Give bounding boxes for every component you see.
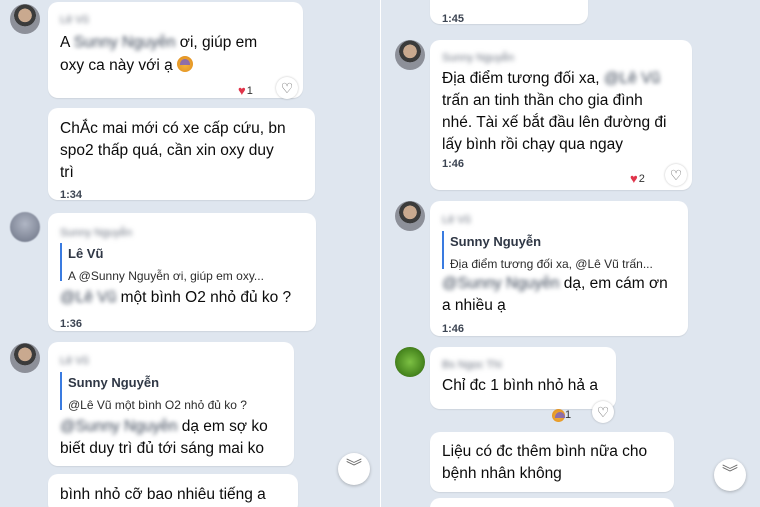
sender-name: Bs Ngọc Thi: [442, 359, 502, 371]
mention[interactable]: @Lê Vũ: [60, 289, 116, 306]
message-text: nhé. Tài xế bắt đầu lên đường đi: [442, 114, 667, 131]
message-text: @Sunny Nguyễn dạ em sợ ko: [60, 418, 268, 435]
message-bubble[interactable]: Sunny Nguyễn Lê Vũ A @Sunny Nguyễn ơi, g…: [48, 213, 316, 331]
message-time: 1:45: [442, 13, 465, 25]
message-time: 1:46: [442, 158, 465, 170]
like-button[interactable]: ♡: [665, 164, 687, 186]
scroll-down-button[interactable]: ︾: [714, 459, 746, 491]
quote-author: Sunny Nguyễn: [450, 234, 542, 249]
message-text: bệnh nhân không: [442, 465, 562, 482]
message-text: Liệu có đc thêm bình nữa cho: [442, 443, 648, 460]
message-text: Chỉ đc 1 bình nhỏ hả a: [442, 377, 598, 394]
mention[interactable]: @Sunny Nguyễn: [60, 418, 177, 435]
mention[interactable]: Sunny Nguyễn: [74, 34, 176, 51]
quote-author: Sunny Nguyễn: [68, 375, 160, 390]
message-time: 1:34: [60, 189, 83, 201]
message-bubble[interactable]: Lê Vũ A Sunny Nguyễn ơi, giúp em oxy ca …: [48, 2, 303, 99]
message-bubble[interactable]: [430, 498, 674, 507]
avatar[interactable]: [395, 347, 425, 377]
sad-emoji-icon: [177, 56, 193, 72]
message-text: Địa điểm tương đối xa, @Lê Vũ: [442, 70, 661, 87]
message-text: A Sunny Nguyễn ơi, giúp em: [60, 34, 258, 51]
like-button[interactable]: ♡: [276, 77, 298, 99]
sender-name: Sunny Nguyễn: [442, 52, 515, 64]
avatar[interactable]: [10, 212, 40, 242]
sender-name: Lê Vũ: [60, 355, 89, 367]
message-bubble[interactable]: Bs Ngọc Thi Chỉ đc 1 bình nhỏ hả a 1 ♡: [430, 347, 616, 423]
message-time: 1:46: [442, 323, 465, 335]
message-text: trì: [60, 164, 74, 181]
reaction-badge[interactable]: ♥ 2: [630, 168, 645, 190]
message-bubble[interactable]: bình nhỏ cỡ bao nhiêu tiếng a: [48, 474, 298, 507]
reaction-badge[interactable]: 1: [552, 404, 571, 426]
quote-text: Địa điểm tương đối xa, @Lê Vũ trấn...: [450, 257, 653, 271]
message-bubble[interactable]: Sunny Nguyễn Địa điểm tương đối xa, @Lê …: [430, 40, 692, 190]
quote-author: Lê Vũ: [68, 246, 104, 261]
avatar[interactable]: [395, 201, 425, 231]
quote-text: A @Sunny Nguyễn ơi, giúp em oxy...: [68, 269, 264, 283]
heart-icon: ♥: [238, 83, 246, 98]
message-text: bình nhỏ cỡ bao nhiêu tiếng a: [60, 486, 266, 503]
quoted-message[interactable]: Sunny Nguyễn @Lê Vũ một bình O2 nhỏ đủ k…: [60, 372, 247, 412]
crying-emoji-icon: [552, 408, 565, 422]
message-text: @Sunny Nguyễn dạ, em cám ơn: [442, 275, 668, 292]
sender-name: Sunny Nguyễn: [60, 227, 133, 239]
message-text: ChẮc mai mới có xe cấp cứu, bn: [60, 120, 286, 137]
sender-name: Lê Vũ: [442, 214, 471, 226]
message-text: biết duy trì đủ tới sáng mai ko: [60, 440, 265, 457]
message-text: a nhiều ạ: [442, 297, 506, 314]
like-button[interactable]: ♡: [592, 401, 614, 423]
quoted-message[interactable]: Sunny Nguyễn Địa điểm tương đối xa, @Lê …: [442, 231, 653, 271]
reaction-badge[interactable]: ♥ 1: [238, 80, 253, 102]
message-text: lấy bình rồi chạy qua ngay: [442, 136, 623, 153]
message-bubble[interactable]: Lê Vũ Sunny Nguyễn @Lê Vũ một bình O2 nh…: [48, 342, 294, 466]
mention[interactable]: @Sunny Nguyễn: [442, 275, 559, 292]
chat-panel-left[interactable]: Lê Vũ A Sunny Nguyễn ơi, giúp em oxy ca …: [0, 0, 380, 507]
message-time: 1:36: [60, 318, 83, 330]
chat-panel-right[interactable]: 1:45 Sunny Nguyễn Địa điểm tương đối xa,…: [381, 0, 760, 507]
quote-text: @Lê Vũ một bình O2 nhỏ đủ ko ?: [68, 398, 247, 412]
avatar[interactable]: [10, 4, 40, 34]
screenshot: Lê Vũ A Sunny Nguyễn ơi, giúp em oxy ca …: [0, 0, 760, 507]
message-text: @Lê Vũ một bình O2 nhỏ đủ ko ?: [60, 289, 292, 306]
avatar[interactable]: [395, 40, 425, 70]
avatar[interactable]: [10, 343, 40, 373]
message-text: oxy ca này với ạ: [60, 55, 193, 77]
message-bubble[interactable]: Lê Vũ Sunny Nguyễn Địa điểm tương đối xa…: [430, 201, 688, 336]
mention[interactable]: @Lê Vũ: [604, 70, 660, 87]
scroll-down-button[interactable]: ︾: [338, 453, 370, 485]
message-text: spo2 thấp quá, cần xin oxy duy: [60, 142, 274, 159]
message-bubble[interactable]: ChẮc mai mới có xe cấp cứu, bn spo2 thấp…: [48, 108, 315, 201]
heart-icon: ♥: [630, 171, 638, 186]
message-bubble[interactable]: 1:45: [430, 0, 588, 25]
message-bubble[interactable]: Liệu có đc thêm bình nữa cho bệnh nhân k…: [430, 432, 674, 492]
sender-name: Lê Vũ: [60, 14, 89, 26]
message-text: trấn an tinh thần cho gia đình: [442, 92, 643, 109]
quoted-message[interactable]: Lê Vũ A @Sunny Nguyễn ơi, giúp em oxy...: [60, 243, 264, 283]
